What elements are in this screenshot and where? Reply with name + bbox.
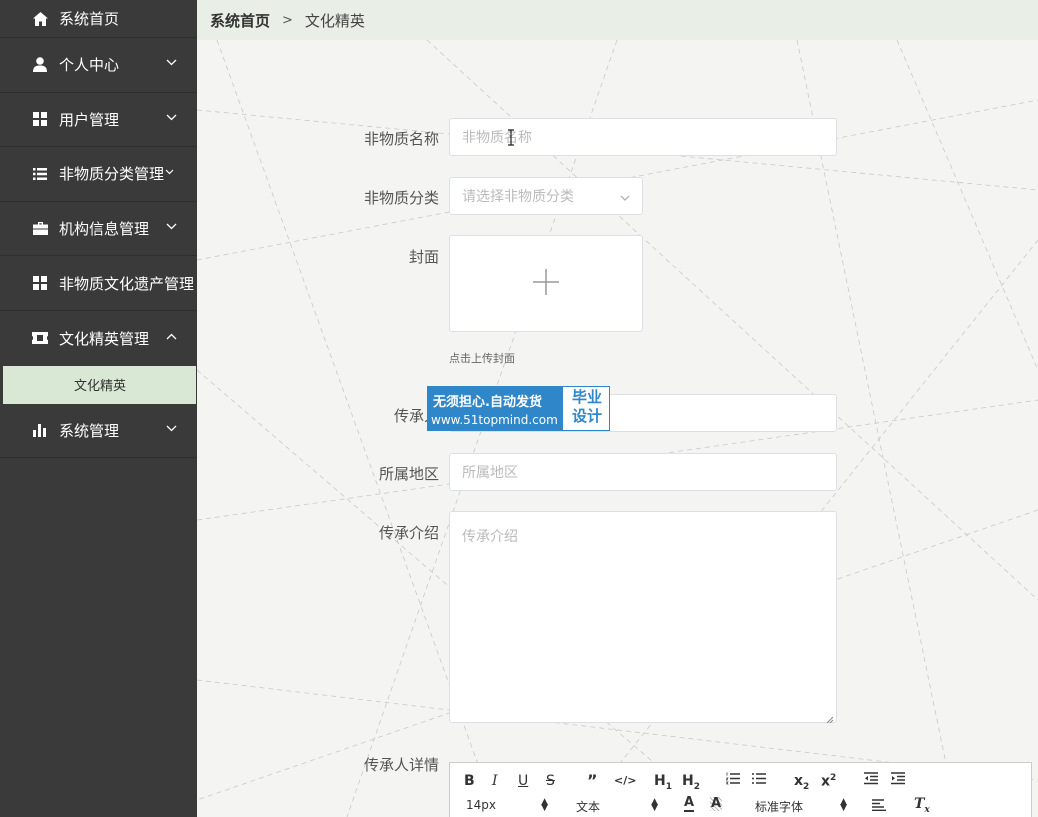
cover-label: 封面 — [408, 248, 439, 266]
sidebar-item-institution-management[interactable]: 机构信息管理 — [0, 202, 197, 257]
bold-icon[interactable]: B — [464, 773, 475, 789]
sidebar-item-label: 系统首页 — [59, 10, 120, 28]
chevron-down-icon — [165, 57, 177, 69]
chevron-down-icon — [165, 111, 177, 123]
detail-label: 传承人详情 — [363, 756, 439, 774]
list-icon — [32, 166, 48, 182]
text-cursor-icon — [508, 129, 514, 146]
sidebar-item-label: 文化精英管理 — [59, 329, 150, 348]
italic-icon[interactable]: I — [492, 773, 498, 789]
watermark-right-line1: 毕业 — [571, 388, 602, 406]
name-label: 非物质名称 — [363, 130, 439, 148]
sidebar-item-label: 个人中心 — [59, 56, 120, 75]
chevron-down-icon — [163, 166, 175, 178]
sidebar-subitem-label: 文化精英 — [74, 379, 127, 395]
outdent-icon[interactable] — [864, 772, 878, 789]
sidebar-item-home[interactable]: 系统首页 — [0, 0, 197, 38]
intro-textarea[interactable]: 传承介绍 — [449, 511, 837, 724]
sidebar-item-user-management[interactable]: 用户管理 — [0, 93, 197, 148]
sidebar-item-heritage-management[interactable]: 非物质文化遗产管理 — [0, 256, 197, 311]
subscript-icon[interactable]: x2 — [794, 773, 809, 792]
heading2-icon[interactable]: H2 — [682, 773, 700, 792]
background-color-icon[interactable]: A — [710, 797, 723, 811]
sidebar: 系统首页 个人中心 用户管理 非物质分类管理 机构信息管理 非物质文化遗产管理 — [0, 0, 197, 817]
font-family-value: 标准字体 — [755, 800, 804, 814]
cover-upload-button[interactable] — [449, 235, 643, 332]
ordered-list-icon[interactable] — [725, 772, 740, 789]
region-input[interactable]: 所属地区 — [449, 453, 837, 491]
chevron-down-icon — [620, 191, 630, 201]
sidebar-item-label: 非物质文化遗产管理 — [59, 274, 195, 293]
category-select[interactable]: 请选择非物质分类 — [449, 177, 643, 215]
sidebar-item-system-management[interactable]: 系统管理 — [0, 404, 197, 458]
sidebar-item-category-management[interactable]: 非物质分类管理 — [0, 147, 197, 202]
select-updown-icon: ▲ ▼ — [651, 797, 658, 813]
category-label: 非物质分类 — [363, 189, 439, 207]
watermark-left: 无须担心.自动发货 www.51topmind.com — [428, 387, 563, 430]
clear-format-icon[interactable]: Tx — [914, 796, 930, 815]
breadcrumb-separator: > — [282, 12, 293, 28]
indent-icon[interactable] — [891, 772, 905, 789]
font-color-icon[interactable]: A — [684, 796, 695, 812]
sidebar-item-elite-management[interactable]: 文化精英管理 — [0, 311, 197, 366]
select-updown-icon: ▲ ▼ — [541, 797, 548, 813]
sidebar-item-personal-center[interactable]: 个人中心 — [0, 38, 197, 93]
grid-icon — [32, 275, 48, 291]
elite-form: 非物质名称 非物质名称 非物质分类 请选择非物质分类 封面 点击上传封面 传承人… — [197, 40, 1038, 817]
intro-label: 传承介绍 — [378, 524, 439, 542]
font-size-value: 14px — [466, 798, 496, 812]
align-icon[interactable] — [872, 799, 886, 815]
underline-icon[interactable]: U — [518, 773, 528, 789]
strikethrough-icon[interactable]: S — [546, 773, 555, 789]
blockquote-icon[interactable]: ” — [587, 771, 598, 790]
block-type-value: 文本 — [576, 800, 601, 814]
select-updown-icon: ▲ ▼ — [840, 797, 847, 813]
cover-hint: 点击上传封面 — [449, 352, 515, 365]
code-icon[interactable]: </> — [614, 774, 636, 787]
region-placeholder: 所属地区 — [462, 465, 518, 481]
plus-icon — [532, 268, 560, 300]
bar-chart-icon — [32, 422, 48, 438]
category-placeholder: 请选择非物质分类 — [462, 189, 574, 205]
breadcrumb-home-link[interactable]: 系统首页 — [210, 10, 270, 31]
watermark-line1: 无须担心.自动发货 — [433, 395, 542, 410]
resize-handle-icon[interactable] — [826, 712, 834, 724]
briefcase-icon — [32, 221, 48, 237]
sidebar-subitem-elite[interactable]: 文化精英 — [3, 365, 196, 404]
watermark-line2: www.51topmind.com — [431, 413, 558, 427]
superscript-icon[interactable]: x2 — [821, 773, 836, 790]
block-type-select[interactable]: 文本 ▲ ▼ — [576, 798, 658, 815]
breadcrumb-current: 文化精英 — [304, 11, 365, 30]
sidebar-item-label: 非物质分类管理 — [59, 165, 165, 184]
sidebar-item-label: 机构信息管理 — [59, 220, 150, 239]
grid-icon — [32, 111, 48, 127]
font-family-select[interactable]: 标准字体 ▲ ▼ — [755, 798, 847, 815]
sidebar-item-label: 用户管理 — [59, 110, 120, 129]
home-icon — [32, 11, 48, 27]
rich-text-editor: B I U S ” </> H1 H2 x2 x2 14px ▲ ▼ 文本 ▲ ▼ … — [449, 762, 1032, 817]
chevron-down-icon — [165, 422, 177, 434]
chevron-up-icon — [165, 330, 177, 342]
breadcrumb: 系统首页 > 文化精英 — [197, 0, 1038, 40]
heading1-icon[interactable]: H1 — [654, 773, 672, 792]
intro-placeholder: 传承介绍 — [462, 529, 518, 545]
sidebar-item-label: 系统管理 — [59, 421, 120, 440]
name-placeholder: 非物质名称 — [462, 130, 532, 146]
user-icon — [32, 57, 48, 73]
bullet-list-icon[interactable] — [752, 772, 766, 789]
watermark-right-line2: 设计 — [571, 407, 602, 425]
watermark-banner: 无须担心.自动发货 www.51topmind.com 毕业 设计 — [427, 386, 610, 431]
region-label: 所属地区 — [378, 465, 439, 483]
watermark-right: 毕业 设计 — [566, 388, 608, 426]
inheritor-label: 传承人 — [393, 407, 439, 425]
font-size-select[interactable]: 14px ▲ ▼ — [466, 797, 548, 813]
chevron-down-icon — [165, 221, 177, 233]
ticket-icon — [32, 330, 48, 346]
